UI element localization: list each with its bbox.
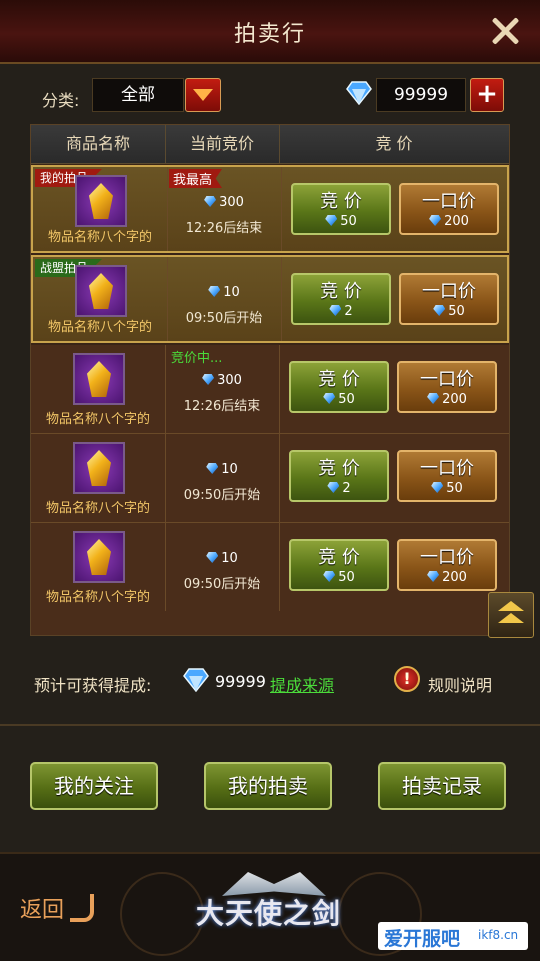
diamond-icon (202, 374, 215, 385)
category-select[interactable]: 全部 (92, 78, 184, 112)
my-auction-button[interactable]: 我的拍卖 (204, 762, 332, 810)
auction-records-button[interactable]: 拍卖记录 (378, 762, 506, 810)
diamond-balance: 99999 (376, 78, 466, 112)
item-icon[interactable] (75, 175, 127, 227)
buyout-button[interactable]: 一口价 200 (397, 361, 497, 413)
column-bid: 竞 价 (375, 134, 413, 153)
item-name: 物品名称八个字的 (45, 590, 150, 605)
column-item-name: 商品名称 (31, 125, 166, 163)
close-icon[interactable] (488, 14, 522, 48)
item-icon[interactable] (75, 265, 127, 317)
diamond-icon (346, 81, 372, 105)
highest-bid-badge: 我最高 (169, 169, 223, 188)
item-name: 物品名称八个字的 (45, 412, 150, 427)
column-current-bid: 当前竞价 (165, 125, 280, 163)
diamond-icon (204, 196, 217, 207)
item-icon[interactable] (73, 442, 125, 494)
buyout-button[interactable]: 一口价 200 (397, 539, 497, 591)
scroll-top-icon[interactable] (488, 592, 534, 638)
dropdown-arrow-icon[interactable] (185, 78, 221, 112)
time-remaining: 09:50后开始 (183, 577, 261, 592)
commission-value: 99999 (215, 672, 266, 691)
commission-label: 预计可获得提成: (34, 676, 152, 695)
table-header: 商品名称 当前竞价 竞 价 (31, 125, 509, 164)
item-name: 物品名称八个字的 (45, 501, 150, 516)
diamond-icon (206, 552, 219, 563)
table-row-partial (31, 611, 509, 635)
current-price: 10 (221, 462, 238, 477)
bid-button[interactable]: 竞 价2 (289, 450, 389, 502)
table-row[interactable]: 战盟拍品 物品名称八个字的 10 09:50后开始 竞 价2 一口价 50 (31, 255, 509, 343)
divider (0, 724, 540, 726)
my-follow-button[interactable]: 我的关注 (30, 762, 158, 810)
table-row[interactable]: 物品名称八个字的 10 09:50后开始 竞 价 50 一口价 200 (31, 523, 509, 612)
footer-bar: 返回 大天使之剑 爱开服吧 ikf8.cn (0, 852, 540, 961)
time-remaining: 12:26后结束 (183, 399, 261, 414)
buyout-button[interactable]: 一口价 50 (397, 450, 497, 502)
bid-button[interactable]: 竞 价 50 (289, 539, 389, 591)
current-price: 10 (223, 285, 240, 300)
bid-button[interactable]: 竞 价 50 (289, 361, 389, 413)
time-remaining: 09:50后开始 (185, 311, 263, 326)
watermark: 爱开服吧 ikf8.cn (378, 922, 528, 950)
back-button[interactable]: 返回 (20, 892, 64, 924)
filter-row: 分类: 全部 99999 + (0, 78, 540, 114)
current-price: 10 (221, 551, 238, 566)
buyout-button[interactable]: 一口价 200 (399, 183, 499, 235)
bidding-status: 竞价中... (171, 351, 223, 366)
watermark-text: 爱开服吧 (384, 928, 461, 950)
warning-icon[interactable]: ! (394, 666, 420, 692)
add-currency-button[interactable]: + (470, 78, 504, 112)
diamond-icon (183, 668, 209, 692)
item-name: 物品名称八个字的 (47, 320, 152, 335)
current-price: 300 (219, 195, 244, 210)
time-remaining: 12:26后结束 (185, 221, 263, 236)
table-row[interactable]: 我的拍品 物品名称八个字的 我最高 300 12:26后结束 竞 价 50 一口价… (31, 165, 509, 253)
table-row[interactable]: 物品名称八个字的 10 09:50后开始 竞 价2 一口价 50 (31, 434, 509, 523)
page-title: 拍卖行 (233, 22, 306, 47)
bid-button[interactable]: 竞 价 50 (291, 183, 391, 235)
watermark-url: ikf8.cn (478, 928, 519, 942)
item-icon[interactable] (73, 531, 125, 583)
rules-link[interactable]: 规则说明 (428, 672, 492, 696)
diamond-icon (208, 286, 221, 297)
auction-table: 商品名称 当前竞价 竞 价 我的拍品 物品名称八个字的 我最高 300 12:2… (30, 124, 510, 636)
commission-estimate: 预计可获得提成: 99999 提成来源 ! 规则说明 (0, 666, 540, 696)
decorative-ring (120, 872, 204, 956)
current-price: 300 (217, 373, 242, 388)
game-logo: 大天使之剑 (196, 897, 342, 930)
diamond-icon (206, 463, 219, 474)
buyout-button[interactable]: 一口价 50 (399, 273, 499, 325)
back-arrow-icon[interactable] (70, 894, 94, 922)
category-label: 分类: (42, 91, 80, 110)
time-remaining: 09:50后开始 (183, 488, 261, 503)
item-icon[interactable] (73, 353, 125, 405)
table-row[interactable]: 物品名称八个字的 竞价中... 300 12:26后结束 竞 价 50 一口价 20… (31, 345, 509, 434)
commission-source-link[interactable]: 提成来源 (270, 672, 334, 696)
item-name: 物品名称八个字的 (47, 230, 152, 245)
bid-button[interactable]: 竞 价2 (291, 273, 391, 325)
title-bar: 拍卖行 (0, 0, 540, 64)
